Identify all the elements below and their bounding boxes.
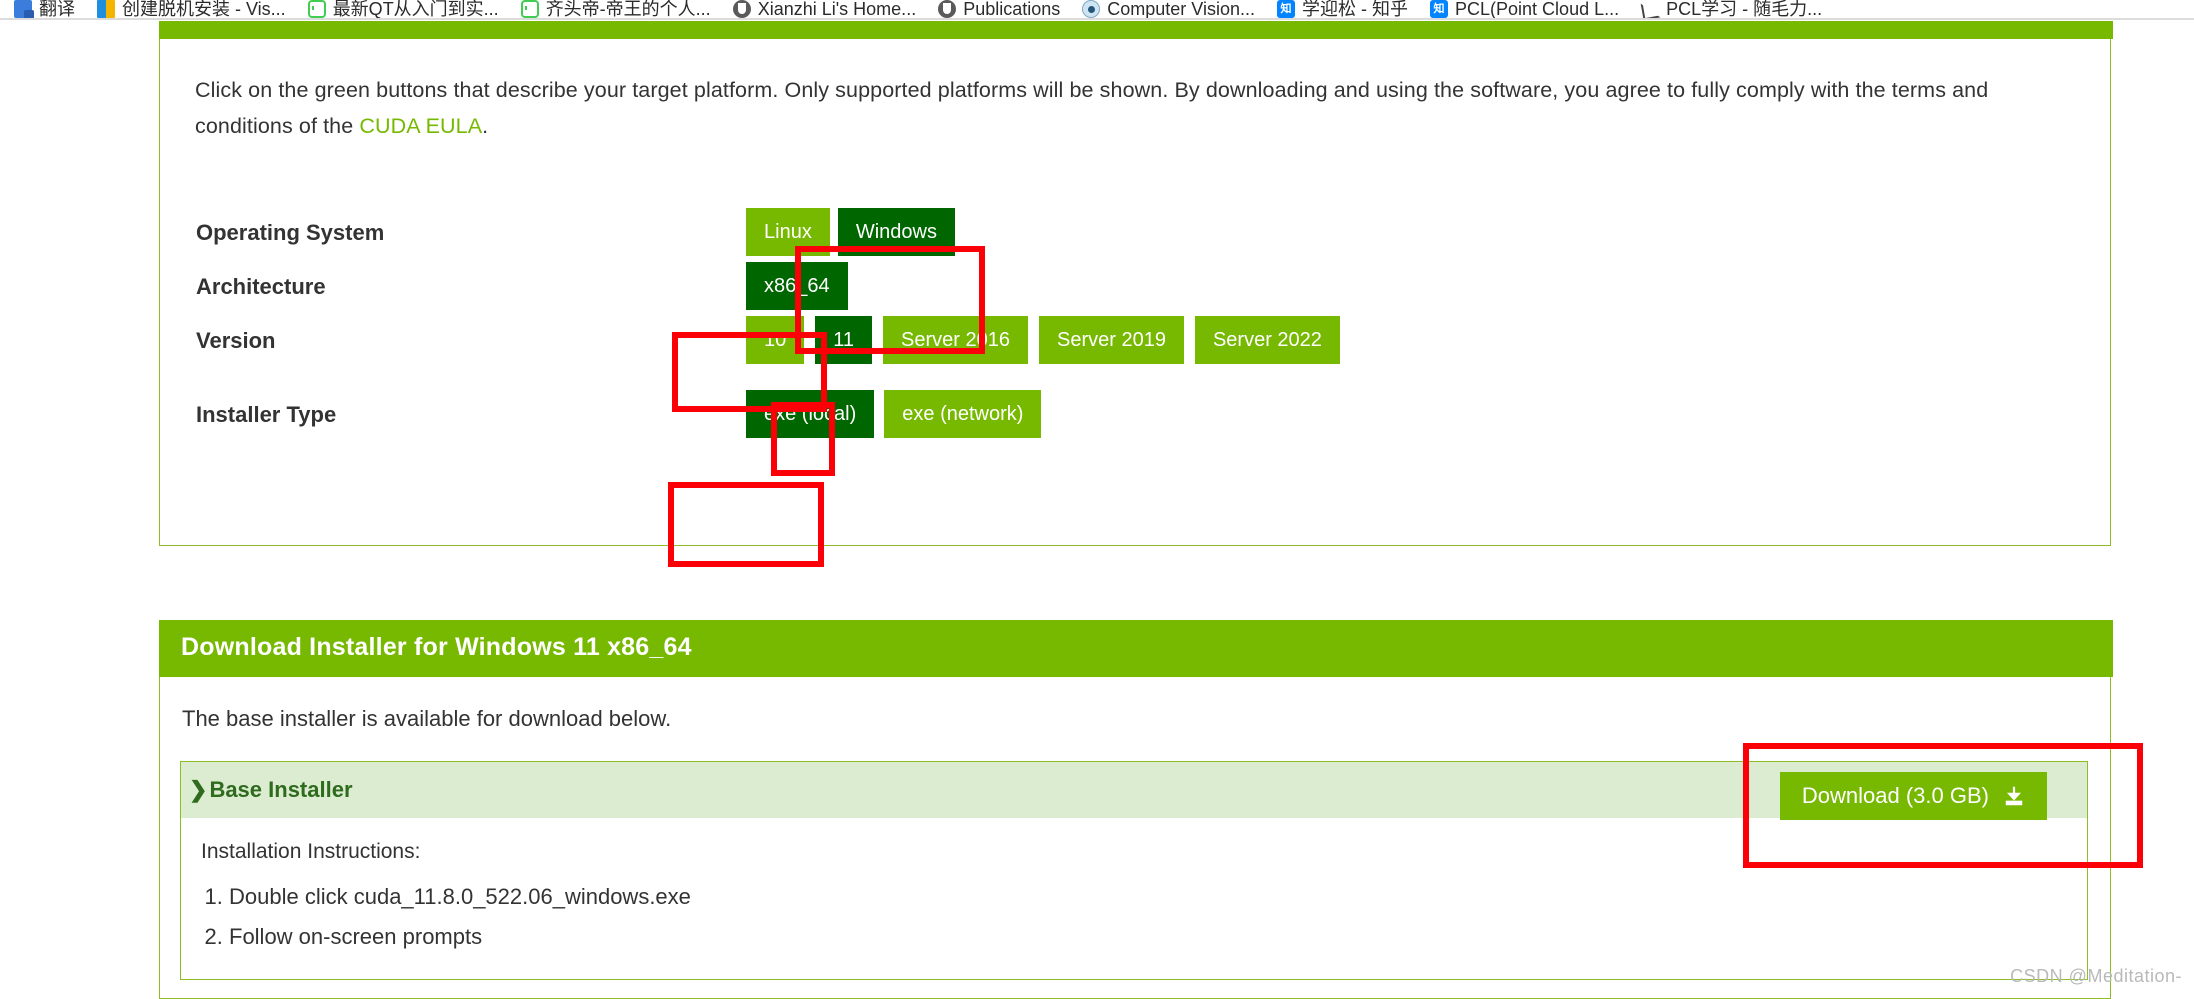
option-server-2022[interactable]: Server 2022	[1194, 316, 1340, 364]
option-version-10[interactable]: 10	[746, 316, 805, 364]
bookmark-item[interactable]: Publications	[938, 0, 1060, 20]
bookmark-label: 齐头帝-帝王的个人...	[545, 0, 711, 19]
bookmark-label: 创建脱机安装 - Vis...	[122, 0, 286, 19]
option-server-2016[interactable]: Server 2016	[883, 316, 1028, 364]
option-version-11[interactable]: 11	[815, 316, 873, 364]
qt-icon	[520, 0, 539, 18]
shield-icon	[732, 0, 751, 18]
shield-icon	[938, 0, 957, 18]
zhihu-icon: 知	[1277, 0, 1296, 18]
option-exe-network[interactable]: exe (network)	[884, 390, 1042, 438]
page-content: Click on the green buttons that describe…	[0, 21, 2194, 999]
cuda-eula-link[interactable]: CUDA EULA	[359, 114, 482, 138]
bookmark-item[interactable]: Xianzhi Li's Home...	[732, 0, 916, 20]
base-installer-availability-text: The base installer is available for down…	[182, 706, 672, 731]
eye-icon	[1082, 0, 1101, 18]
base-installer-header-row[interactable]: ❯ Base Installer Download (3.0 GB)	[181, 762, 2087, 820]
row-label-architecture: Architecture	[196, 274, 326, 299]
visual-studio-icon	[97, 0, 115, 18]
instruction-item: Follow on-screen prompts	[229, 924, 691, 950]
base-installer-box: ❯ Base Installer Download (3.0 GB) Insta…	[180, 761, 2088, 980]
qt-icon	[307, 0, 326, 18]
row-label-operating-system: Operating System	[196, 220, 385, 245]
bookmark-item[interactable]: Computer Vision...	[1082, 0, 1255, 20]
option-linux[interactable]: Linux	[746, 208, 830, 256]
bookmark-label: 翻译	[39, 0, 75, 19]
csdn-watermark: CSDN @Meditation-	[2010, 966, 2182, 986]
option-windows[interactable]: Windows	[837, 208, 955, 256]
row-architecture: Architecture x86_64	[196, 262, 2076, 318]
row-version: Version 10 11 Server 2016 Server 2019 Se…	[196, 316, 2076, 372]
installation-instructions-heading: Installation Instructions:	[201, 840, 421, 863]
option-server-2019[interactable]: Server 2019	[1038, 316, 1184, 364]
platform-selector-panel: Click on the green buttons that describe…	[159, 21, 2113, 546]
bookmark-label: PCL(Point Cloud L...	[1455, 0, 1620, 19]
pen-icon	[1641, 0, 1659, 18]
option-group-version: 10 11 Server 2016 Server 2019 Server 202…	[746, 316, 1340, 364]
chevron-right-icon: ❯	[189, 777, 208, 802]
row-label-installer-type: Installer Type	[196, 402, 337, 427]
bookmark-item[interactable]: 齐头帝-帝王的个人...	[520, 0, 711, 20]
option-x86-64[interactable]: x86_64	[746, 262, 848, 310]
bookmark-label: PCL学习 - 随毛力...	[1666, 0, 1823, 19]
intro-paragraph: Click on the green buttons that describe…	[195, 72, 2075, 144]
bookmark-item[interactable]: 知 学迎松 - 知乎	[1277, 0, 1408, 20]
row-installer-type: Installer Type exe (local) exe (network)	[196, 390, 2076, 446]
bookmark-label: 学迎松 - 知乎	[1302, 0, 1409, 19]
instruction-item: Double click cuda_11.8.0_522.06_windows.…	[229, 884, 691, 910]
download-tray-icon	[2003, 786, 2025, 808]
bookmark-item[interactable]: PCL学习 - 随毛力...	[1641, 0, 1822, 20]
browser-bookmark-bar: 翻译 创建脱机安装 - Vis... 最新QT从入门到实... 齐头帝-帝王的个…	[0, 0, 2194, 20]
option-group-installer-type: exe (local) exe (network)	[746, 390, 1042, 438]
row-label-version: Version	[196, 328, 276, 353]
download-panel-title: Download Installer for Windows 11 x86_64	[181, 633, 692, 661]
download-button-label: Download (3.0 GB)	[1801, 783, 1989, 808]
option-group-architecture: x86_64	[746, 262, 848, 310]
bookmark-label: Xianzhi Li's Home...	[757, 0, 917, 19]
download-installer-panel: Download Installer for Windows 11 x86_64…	[159, 620, 2113, 999]
download-button[interactable]: Download (3.0 GB)	[1779, 772, 2047, 820]
translate-icon	[14, 0, 34, 20]
bookmark-item[interactable]: 创建脱机安装 - Vis...	[97, 0, 286, 20]
option-exe-local[interactable]: exe (local)	[746, 390, 875, 438]
bookmark-item[interactable]: 翻译	[14, 0, 75, 20]
intro-text-after: .	[482, 114, 489, 138]
bookmark-item[interactable]: 知 PCL(Point Cloud L...	[1430, 0, 1619, 20]
bookmark-label: Computer Vision...	[1107, 0, 1256, 19]
bookmark-item[interactable]: 最新QT从入门到实...	[307, 0, 499, 20]
selector-panel-header-bar	[159, 21, 2113, 39]
bookmark-label: Publications	[963, 0, 1061, 19]
download-panel-header-bar: Download Installer for Windows 11 x86_64	[159, 620, 2113, 677]
zhihu-icon: 知	[1430, 0, 1449, 18]
option-group-operating-system: Linux Windows	[746, 208, 955, 256]
row-operating-system: Operating System Linux Windows	[196, 208, 2076, 264]
base-installer-label: Base Installer	[209, 777, 353, 802]
bookmark-label: 最新QT从入门到实...	[332, 0, 499, 19]
installation-instructions-list: Double click cuda_11.8.0_522.06_windows.…	[229, 884, 691, 964]
